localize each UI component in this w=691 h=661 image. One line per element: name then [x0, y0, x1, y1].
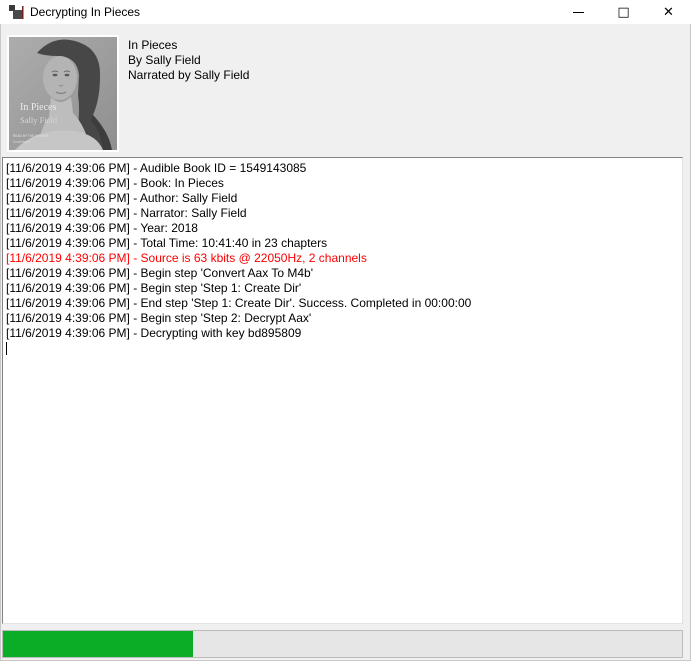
progress-bar [2, 630, 683, 658]
titlebar: Decrypting In Pieces □ ✕ [0, 0, 691, 24]
log-line: [11/6/2019 4:39:06 PM] - End step 'Step … [6, 296, 680, 311]
log-line: [11/6/2019 4:39:06 PM] - Begin step 'Con… [6, 266, 680, 281]
minimize-button[interactable] [556, 0, 601, 24]
app-window: Decrypting In Pieces □ ✕ [0, 0, 691, 661]
progress-fill [3, 631, 193, 657]
log-textbox[interactable]: [11/6/2019 4:39:06 PM] - Audible Book ID… [2, 157, 683, 624]
book-author: By Sally Field [128, 53, 249, 68]
close-icon: ✕ [663, 5, 674, 20]
log-line: [11/6/2019 4:39:06 PM] - Begin step 'Ste… [6, 281, 680, 296]
log-line: [11/6/2019 4:39:06 PM] - Audible Book ID… [6, 161, 680, 176]
maximize-icon: □ [617, 5, 629, 20]
maximize-button[interactable]: □ [601, 0, 646, 24]
log-line: [11/6/2019 4:39:06 PM] - Author: Sally F… [6, 191, 680, 206]
book-title: In Pieces [128, 38, 249, 53]
book-cover: In Pieces Sally Field READ BY THE AUTHOR… [7, 35, 119, 152]
log-line: [11/6/2019 4:39:06 PM] - Narrator: Sally… [6, 206, 680, 221]
book-narrator: Narrated by Sally Field [128, 68, 249, 83]
cover-readby-text: READ BY THE AUTHOR [13, 134, 49, 138]
window-title: Decrypting In Pieces [30, 5, 140, 19]
log-line: [11/6/2019 4:39:06 PM] - Total Time: 10:… [6, 236, 680, 251]
book-info: In Pieces By Sally Field Narrated by Sal… [128, 38, 249, 83]
window-controls: □ ✕ [556, 0, 691, 24]
app-icon [8, 4, 24, 20]
close-button[interactable]: ✕ [646, 0, 691, 24]
log-line: [11/6/2019 4:39:06 PM] - Begin step 'Ste… [6, 311, 680, 326]
cover-title-text: In Pieces [20, 102, 56, 113]
minimize-icon [573, 12, 584, 13]
log-line: [11/6/2019 4:39:06 PM] - Book: In Pieces [6, 176, 680, 191]
text-caret [6, 342, 7, 355]
book-cover-image: In Pieces Sally Field READ BY THE AUTHOR… [9, 37, 117, 150]
log-line: [11/6/2019 4:39:06 PM] - Year: 2018 [6, 221, 680, 236]
log-line: [11/6/2019 4:39:06 PM] - Source is 63 kb… [6, 251, 680, 266]
cover-edition-text: Unabridged [13, 140, 30, 144]
cover-author-text: Sally Field [20, 115, 58, 125]
log-line: [11/6/2019 4:39:06 PM] - Decrypting with… [6, 326, 680, 341]
